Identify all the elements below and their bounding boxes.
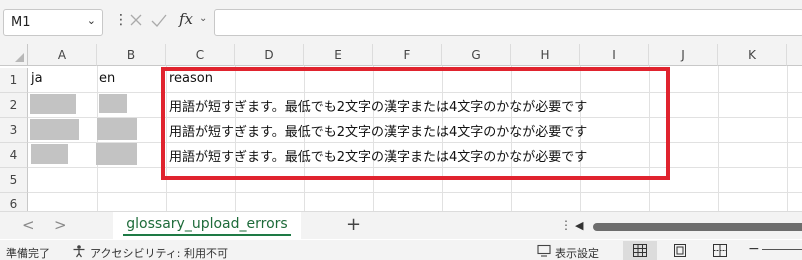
row-header[interactable]: 4 <box>0 143 28 168</box>
accessibility-status[interactable]: アクセシビリティ: 利用不可 <box>90 245 228 260</box>
gridline <box>28 192 802 193</box>
name-box-value: M1 <box>11 15 31 30</box>
insert-function-button[interactable]: fx <box>179 10 193 28</box>
next-sheet-button[interactable]: > <box>54 216 67 234</box>
zoom-out-button[interactable]: − <box>748 241 760 257</box>
name-box[interactable]: M1 ⌄ <box>3 9 103 36</box>
scroll-left-icon[interactable]: ◀ <box>575 219 583 232</box>
gridline <box>718 66 719 211</box>
chevron-down-icon[interactable]: ⌄ <box>199 13 207 24</box>
cancel-icon[interactable] <box>128 12 144 28</box>
chevron-down-icon[interactable]: ⌄ <box>87 14 96 27</box>
display-settings-icon[interactable] <box>537 244 552 257</box>
normal-view-icon <box>633 244 647 257</box>
page-break-preview-button[interactable] <box>703 241 737 260</box>
sheet-tab-label: glossary_upload_errors <box>126 216 288 232</box>
select-all-button[interactable] <box>0 44 28 66</box>
column-header[interactable]: D <box>235 44 304 66</box>
column-header[interactable]: J <box>649 44 718 66</box>
add-sheet-button[interactable]: + <box>346 214 361 235</box>
display-settings-button[interactable]: 表示設定 <box>555 245 599 260</box>
redacted-cell-b2 <box>99 94 127 113</box>
check-icon[interactable] <box>150 12 168 28</box>
column-header[interactable]: B <box>97 44 166 66</box>
page-layout-icon <box>674 244 686 257</box>
column-header[interactable]: F <box>373 44 442 66</box>
redacted-cell-a4 <box>31 144 68 164</box>
row-header[interactable]: 2 <box>0 93 28 118</box>
column-header[interactable]: K <box>718 44 787 66</box>
sheet-tab-glossary-upload-errors[interactable]: glossary_upload_errors <box>113 212 301 240</box>
status-ready: 準備完了 <box>6 247 50 260</box>
highlight-box <box>161 67 670 180</box>
row-header[interactable]: 5 <box>0 168 28 193</box>
cell-a1[interactable]: ja <box>31 71 43 86</box>
status-bar: 準備完了 アクセシビリティ: 利用不可 表示設定 − <box>0 240 802 260</box>
prev-sheet-button[interactable]: < <box>22 216 35 234</box>
redacted-cell-a2 <box>30 94 76 114</box>
formula-bar: M1 ⌄ ⋮ fx ⌄ <box>0 0 802 44</box>
page-layout-button[interactable] <box>663 241 697 260</box>
row-header[interactable]: 1 <box>0 68 28 93</box>
column-header[interactable]: E <box>304 44 373 66</box>
column-header[interactable]: A <box>28 44 97 66</box>
normal-view-button[interactable] <box>623 241 657 260</box>
accessibility-icon[interactable] <box>72 244 86 258</box>
column-header[interactable]: H <box>511 44 580 66</box>
column-header[interactable]: I <box>580 44 649 66</box>
column-header[interactable] <box>787 44 802 66</box>
active-tab-indicator <box>123 234 291 236</box>
page-break-icon <box>713 244 727 257</box>
sheet-tab-bar: < > glossary_upload_errors + ⋮ ◀ <box>0 211 802 240</box>
gridline <box>787 66 788 211</box>
redacted-cell-b3 <box>97 118 137 140</box>
cell-b1[interactable]: en <box>99 71 115 86</box>
row-header[interactable]: 6 <box>0 193 28 211</box>
redacted-cell-a3 <box>30 119 79 140</box>
horizontal-scrollbar[interactable]: ◀ <box>575 219 802 232</box>
formula-input[interactable] <box>214 9 802 36</box>
row-header[interactable]: 3 <box>0 118 28 143</box>
scrollbar-thumb[interactable] <box>593 223 802 231</box>
redacted-cell-b4 <box>96 143 137 165</box>
column-header[interactable]: C <box>166 44 235 66</box>
zoom-slider[interactable] <box>762 249 802 250</box>
more-options-icon[interactable]: ⋮ <box>560 218 572 232</box>
formula-tools: fx ⌄ <box>124 10 209 34</box>
column-header[interactable]: G <box>442 44 511 66</box>
